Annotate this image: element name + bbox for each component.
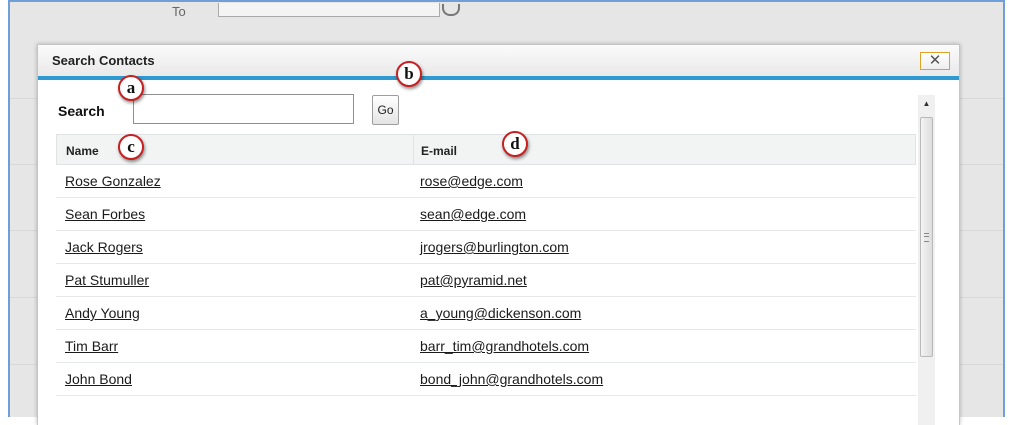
vertical-scrollbar[interactable]: ▲ (918, 95, 935, 425)
contact-email-link[interactable]: rose@edge.com (420, 173, 523, 189)
contact-name-link[interactable]: Andy Young (65, 305, 140, 321)
column-header-name[interactable]: Name (66, 144, 99, 158)
dialog-title: Search Contacts (52, 53, 155, 68)
callout-b: b (396, 61, 422, 87)
contact-name-link[interactable]: Jack Rogers (65, 239, 143, 255)
dialog-titlebar: Search Contacts ✕ (38, 45, 959, 80)
table-row: Tim Barr barr_tim@grandhotels.com (56, 330, 916, 363)
search-contacts-dialog: Search Contacts ✕ Search Go Name E-mail … (37, 44, 960, 425)
grip-icon (924, 233, 929, 242)
scroll-up-arrow-icon[interactable]: ▲ (918, 95, 935, 112)
callout-c: c (118, 134, 144, 160)
table-row: Sean Forbes sean@edge.com (56, 198, 916, 231)
column-divider (413, 135, 414, 164)
column-header-email[interactable]: E-mail (421, 144, 457, 158)
contact-email-link[interactable]: pat@pyramid.net (420, 272, 527, 288)
contact-name-link[interactable]: Sean Forbes (65, 206, 145, 222)
contact-email-link[interactable]: jrogers@burlington.com (420, 239, 569, 255)
contacts-table: Name E-mail Rose Gonzalez rose@edge.com … (56, 134, 916, 396)
close-icon: ✕ (928, 52, 942, 69)
contact-name-link[interactable]: Rose Gonzalez (65, 173, 161, 189)
table-row: Rose Gonzalez rose@edge.com (56, 165, 916, 198)
callout-a: a (118, 75, 144, 101)
callout-d: d (502, 131, 528, 157)
lookup-icon (442, 4, 460, 16)
contact-email-link[interactable]: barr_tim@grandhotels.com (420, 338, 589, 354)
contact-email-link[interactable]: a_young@dickenson.com (420, 305, 581, 321)
table-row: Pat Stumuller pat@pyramid.net (56, 264, 916, 297)
search-label: Search (58, 103, 105, 119)
contact-email-link[interactable]: sean@edge.com (420, 206, 526, 222)
contact-name-link[interactable]: Tim Barr (65, 338, 118, 354)
to-label: To (172, 4, 186, 19)
go-button[interactable]: Go (372, 95, 399, 125)
table-header: Name E-mail (56, 134, 916, 165)
table-row: Jack Rogers jrogers@burlington.com (56, 231, 916, 264)
contact-email-link[interactable]: bond_john@grandhotels.com (420, 371, 603, 387)
contact-name-link[interactable]: John Bond (65, 371, 132, 387)
scrollbar-thumb[interactable] (920, 117, 933, 357)
contact-name-link[interactable]: Pat Stumuller (65, 272, 149, 288)
table-row: John Bond bond_john@grandhotels.com (56, 363, 916, 396)
search-input[interactable] (133, 94, 354, 124)
close-button[interactable]: ✕ (920, 52, 950, 70)
to-field (218, 3, 440, 17)
table-row: Andy Young a_young@dickenson.com (56, 297, 916, 330)
